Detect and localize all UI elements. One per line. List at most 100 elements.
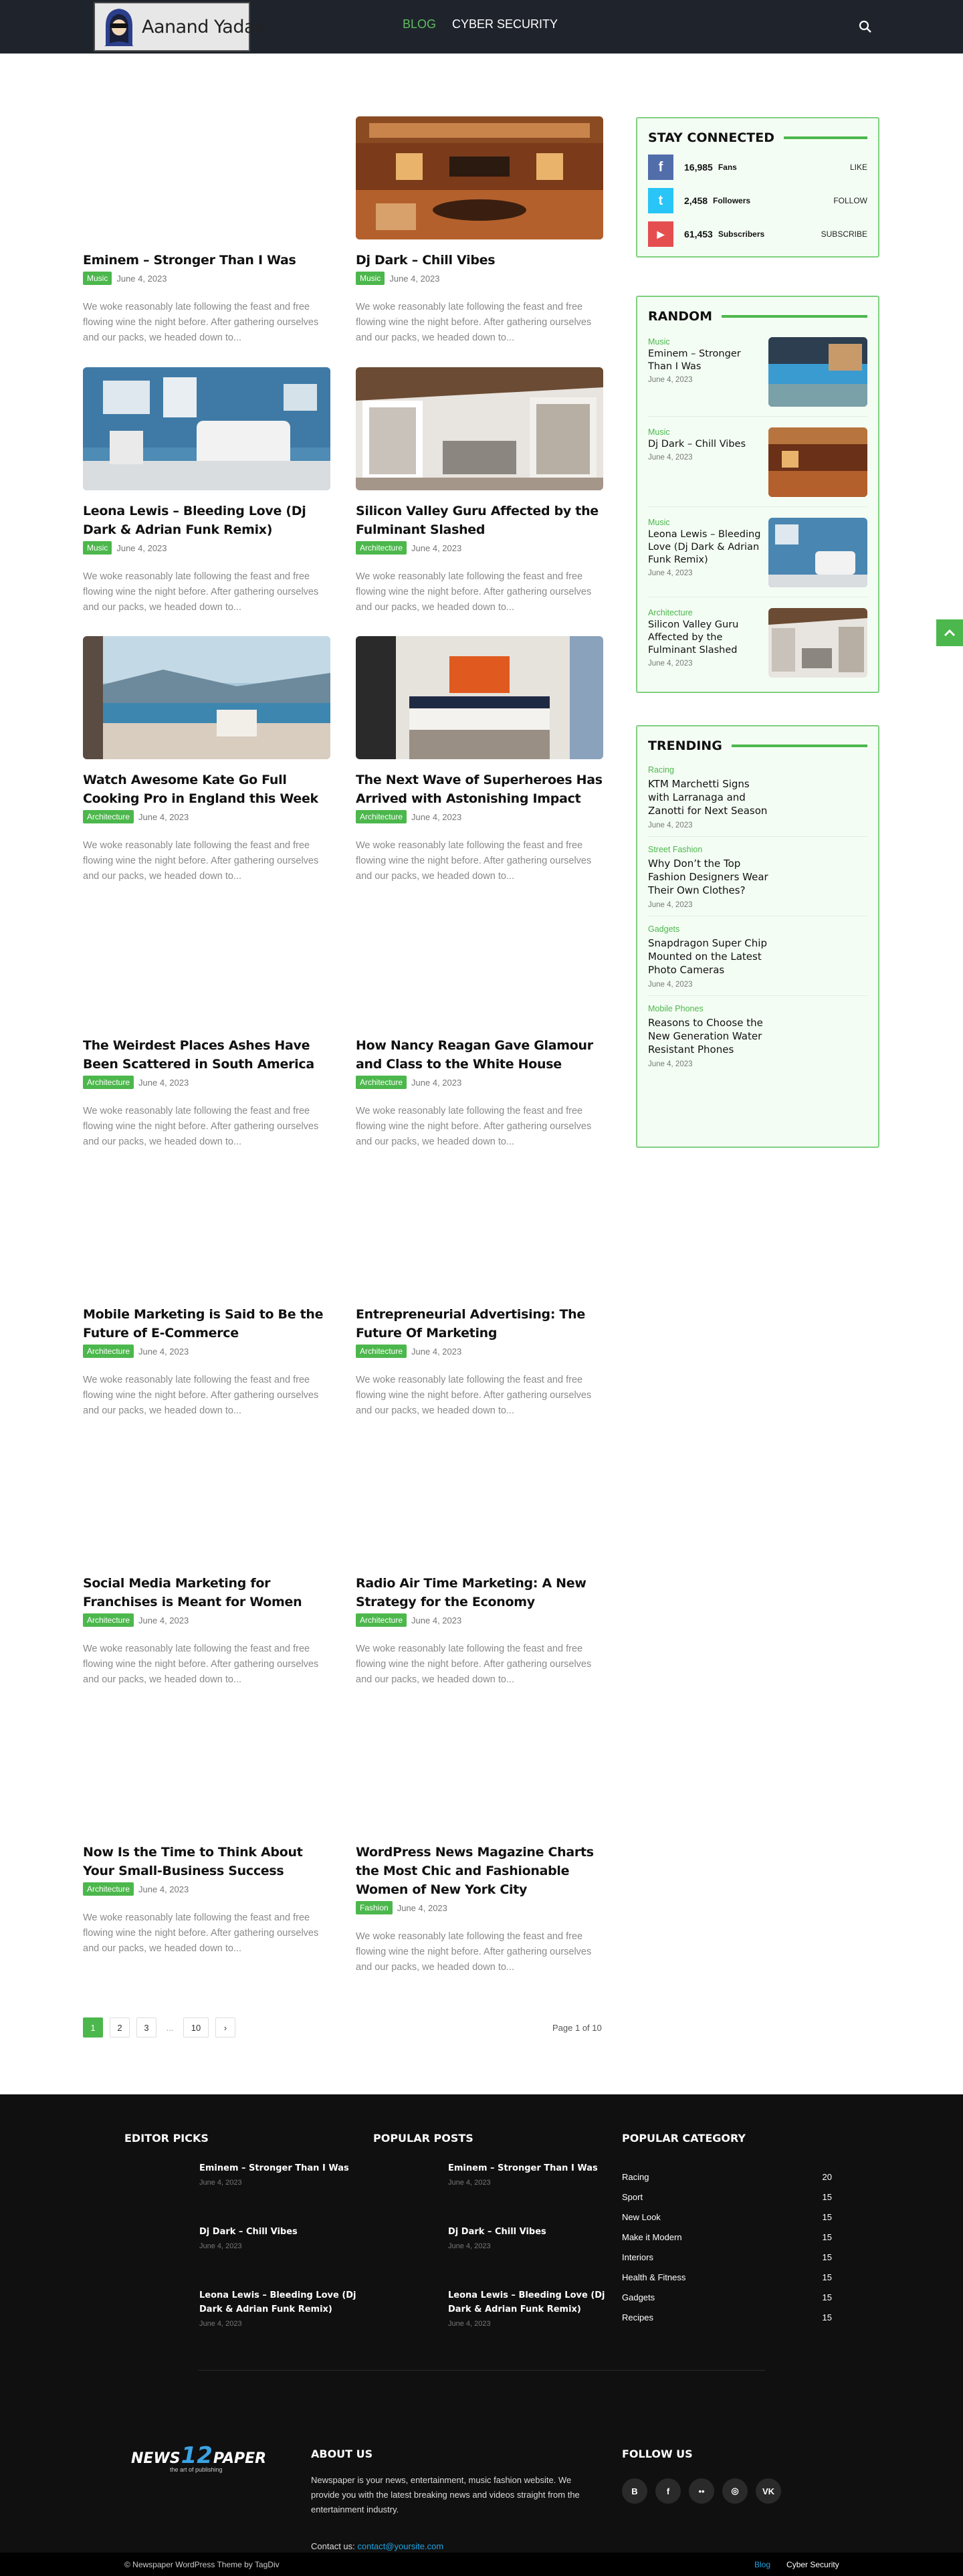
page-1-button[interactable]: 1: [83, 2017, 103, 2038]
post-card[interactable]: Radio Air Time Marketing: A New Strategy…: [356, 1574, 603, 1688]
editor-pick-item[interactable]: Eminem – Stronger Than I Was June 4, 202…: [199, 2161, 360, 2187]
category-badge[interactable]: Architecture: [356, 1345, 407, 1358]
post-title[interactable]: The Weirdest Places Ashes Have Been Scat…: [83, 1036, 330, 1074]
vk-icon[interactable]: VK: [756, 2478, 781, 2504]
social-row-facebook[interactable]: f 16,985 Fans LIKE: [648, 155, 867, 180]
popular-post-item[interactable]: Dj Dark – Chill Vibes June 4, 2023: [448, 2225, 609, 2250]
item-title[interactable]: Reasons to Choose the New Generation Wat…: [648, 1016, 768, 1056]
item-title[interactable]: Eminem – Stronger Than I Was: [448, 2161, 609, 2175]
post-card[interactable]: Social Media Marketing for Franchises is…: [83, 1574, 330, 1688]
flickr-icon[interactable]: ••: [689, 2478, 714, 2504]
post-card[interactable]: Dj Dark – Chill Vibes Music June 4, 2023…: [356, 116, 603, 346]
item-title[interactable]: Leona Lewis – Bleeding Love (Dj Dark & A…: [648, 528, 763, 567]
item-thumbnail[interactable]: [768, 518, 867, 587]
post-title[interactable]: The Next Wave of Superheroes Has Arrived…: [356, 771, 603, 808]
item-thumbnail[interactable]: [768, 608, 867, 678]
item-title[interactable]: Dj Dark – Chill Vibes: [448, 2225, 609, 2239]
post-card[interactable]: Watch Awesome Kate Go Full Cooking Pro i…: [83, 636, 330, 884]
post-title[interactable]: Dj Dark – Chill Vibes: [356, 251, 603, 270]
item-title[interactable]: Dj Dark – Chill Vibes: [648, 438, 763, 451]
category-badge[interactable]: Architecture: [356, 1076, 407, 1089]
trending-item[interactable]: Mobile Phones Reasons to Choose the New …: [648, 996, 867, 1075]
item-category[interactable]: Music: [648, 518, 763, 527]
next-page-button[interactable]: ›: [215, 2017, 235, 2038]
category-badge[interactable]: Music: [83, 541, 112, 555]
item-title[interactable]: Eminem – Stronger Than I Was: [648, 348, 763, 373]
item-title[interactable]: Leona Lewis – Bleeding Love (Dj Dark & A…: [199, 2288, 360, 2316]
random-item[interactable]: Architecture Silicon Valley Guru Affecte…: [648, 597, 867, 687]
post-title[interactable]: Leona Lewis – Bleeding Love (Dj Dark & A…: [83, 502, 330, 539]
post-card[interactable]: WordPress News Magazine Charts the Most …: [356, 1843, 603, 1975]
post-thumbnail[interactable]: [356, 367, 603, 490]
post-card[interactable]: Mobile Marketing is Said to Be the Futur…: [83, 1305, 330, 1419]
post-card[interactable]: Now Is the Time to Think About Your Smal…: [83, 1843, 330, 1957]
category-item[interactable]: Racing 20: [622, 2167, 832, 2187]
social-row-youtube[interactable]: ▶ 61,453 Subscribers SUBSCRIBE: [648, 221, 867, 247]
contact-email-link[interactable]: contact@yoursite.com: [357, 2541, 443, 2551]
post-title[interactable]: Mobile Marketing is Said to Be the Futur…: [83, 1305, 330, 1343]
item-category[interactable]: Music: [648, 427, 763, 437]
category-item[interactable]: Health & Fitness 15: [622, 2267, 832, 2287]
item-category[interactable]: Music: [648, 337, 763, 346]
follow-button[interactable]: FOLLOW: [833, 196, 867, 205]
page-10-button[interactable]: 10: [183, 2017, 209, 2038]
category-badge[interactable]: Architecture: [83, 810, 134, 823]
site-logo[interactable]: Aanand Yadav: [94, 2, 265, 52]
item-title[interactable]: Leona Lewis – Bleeding Love (Dj Dark & A…: [448, 2288, 609, 2316]
category-item[interactable]: Gadgets 15: [622, 2287, 832, 2307]
category-item[interactable]: Interiors 15: [622, 2247, 832, 2267]
nav-blog[interactable]: BLOG: [403, 17, 436, 31]
page-3-button[interactable]: 3: [136, 2017, 156, 2038]
category-badge[interactable]: Architecture: [83, 1882, 134, 1896]
post-card[interactable]: The Weirdest Places Ashes Have Been Scat…: [83, 1036, 330, 1150]
search-icon[interactable]: [857, 19, 873, 35]
facebook-icon[interactable]: f: [655, 2478, 681, 2504]
category-badge[interactable]: Architecture: [83, 1345, 134, 1358]
category-item[interactable]: Sport 15: [622, 2187, 832, 2207]
post-thumbnail[interactable]: [83, 367, 330, 490]
bottom-link-cyber-security[interactable]: Cyber Security: [786, 2560, 839, 2569]
post-thumbnail[interactable]: [356, 116, 603, 239]
random-item[interactable]: Music Dj Dark – Chill Vibes June 4, 2023: [648, 417, 867, 507]
post-title[interactable]: Social Media Marketing for Franchises is…: [83, 1574, 330, 1611]
item-category[interactable]: Racing: [648, 765, 867, 775]
category-badge[interactable]: Architecture: [83, 1613, 134, 1627]
item-title[interactable]: Dj Dark – Chill Vibes: [199, 2225, 360, 2239]
post-card[interactable]: Entrepreneurial Advertising: The Future …: [356, 1305, 603, 1419]
random-item[interactable]: Music Leona Lewis – Bleeding Love (Dj Da…: [648, 507, 867, 597]
editor-pick-item[interactable]: Leona Lewis – Bleeding Love (Dj Dark & A…: [199, 2288, 360, 2328]
item-category[interactable]: Gadgets: [648, 924, 867, 934]
item-title[interactable]: KTM Marchetti Signs with Larranaga and Z…: [648, 777, 768, 817]
trending-item[interactable]: Gadgets Snapdragon Super Chip Mounted on…: [648, 916, 867, 996]
post-card[interactable]: Eminem – Stronger Than I Was Music June …: [83, 251, 330, 346]
post-card[interactable]: The Next Wave of Superheroes Has Arrived…: [356, 636, 603, 884]
random-item[interactable]: Music Eminem – Stronger Than I Was June …: [648, 326, 867, 417]
category-item[interactable]: New Look 15: [622, 2207, 832, 2227]
social-row-twitter[interactable]: t 2,458 Followers FOLLOW: [648, 188, 867, 213]
item-title[interactable]: Why Don’t the Top Fashion Designers Wear…: [648, 857, 768, 897]
item-category[interactable]: Street Fashion: [648, 845, 867, 854]
category-badge[interactable]: Fashion: [356, 1901, 393, 1914]
category-badge[interactable]: Architecture: [356, 810, 407, 823]
category-badge[interactable]: Architecture: [356, 1613, 407, 1627]
item-title[interactable]: Silicon Valley Guru Affected by the Fulm…: [648, 619, 763, 657]
post-title[interactable]: Radio Air Time Marketing: A New Strategy…: [356, 1574, 603, 1611]
post-title[interactable]: Watch Awesome Kate Go Full Cooking Pro i…: [83, 771, 330, 808]
category-badge[interactable]: Music: [83, 272, 112, 285]
post-title[interactable]: Entrepreneurial Advertising: The Future …: [356, 1305, 603, 1343]
post-title[interactable]: How Nancy Reagan Gave Glamour and Class …: [356, 1036, 603, 1074]
item-thumbnail[interactable]: [768, 337, 867, 407]
post-title[interactable]: WordPress News Magazine Charts the Most …: [356, 1843, 603, 1899]
subscribe-button[interactable]: SUBSCRIBE: [821, 229, 867, 239]
post-card[interactable]: Silicon Valley Guru Affected by the Fulm…: [356, 367, 603, 615]
item-thumbnail[interactable]: [768, 427, 867, 497]
popular-post-item[interactable]: Leona Lewis – Bleeding Love (Dj Dark & A…: [448, 2288, 609, 2328]
post-title[interactable]: Silicon Valley Guru Affected by the Fulm…: [356, 502, 603, 539]
bottom-link-blog[interactable]: Blog: [754, 2560, 770, 2569]
category-item[interactable]: Make it Modern 15: [622, 2227, 832, 2247]
page-2-button[interactable]: 2: [110, 2017, 130, 2038]
item-title[interactable]: Eminem – Stronger Than I Was: [199, 2161, 360, 2175]
item-category[interactable]: Architecture: [648, 608, 763, 617]
post-title[interactable]: Now Is the Time to Think About Your Smal…: [83, 1843, 330, 1880]
footer-logo[interactable]: NEWS 12 PAPER the art of publishing: [131, 2442, 266, 2473]
